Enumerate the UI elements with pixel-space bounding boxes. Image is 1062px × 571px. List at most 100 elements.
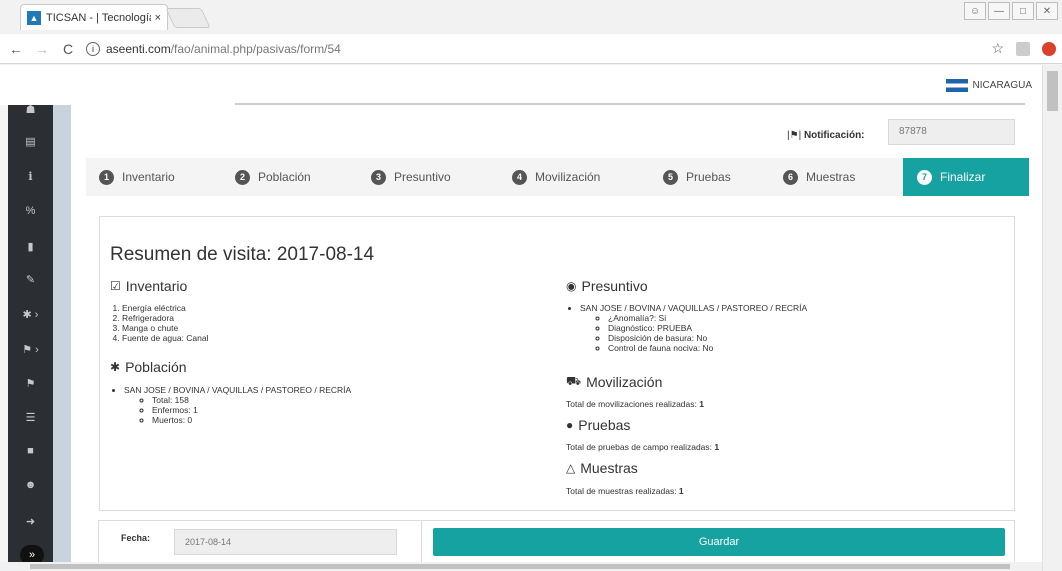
muestras-value: 1 — [678, 486, 684, 496]
users-icon[interactable]: ☻ — [8, 479, 53, 491]
vertical-scrollbar[interactable] — [1042, 65, 1062, 571]
document-icon[interactable]: ▤ — [8, 135, 53, 148]
list-item: ¿Anomalía?: Si — [608, 313, 996, 323]
step-movilizacion[interactable]: 4 Movilización — [512, 158, 600, 196]
logout-icon[interactable]: ➜ — [8, 515, 53, 528]
extension-icon[interactable] — [1016, 41, 1030, 56]
footer-divider — [421, 521, 422, 565]
list-item: Fuente de agua: Canal — [122, 333, 510, 343]
list-item: Total: 158 — [152, 395, 530, 405]
browser-tab[interactable]: ▲ TICSAN - | Tecnología de × — [20, 4, 168, 30]
paw-menu-icon[interactable]: ✱ › — [8, 308, 53, 321]
step-label: Presuntivo — [394, 170, 451, 184]
pruebas-text: Total de pruebas de campo realizadas: — [566, 442, 715, 452]
folder-icon[interactable]: ■ — [8, 445, 53, 457]
notification-input[interactable]: 87878 — [888, 119, 1015, 145]
pruebas-heading-text: Pruebas — [578, 417, 631, 433]
bookmark-star-icon[interactable]: ☆ — [991, 40, 1004, 57]
list-item: Control de fauna nociva: No — [608, 343, 996, 353]
list-item: Enfermos: 1 — [152, 405, 530, 415]
maximize-icon[interactable]: □ — [1012, 2, 1034, 20]
presuntivo-heading-text: Presuntivo — [581, 278, 648, 294]
truck-icon: ⛟ — [566, 374, 582, 388]
page: NICARAGUA ☗ ▤ i % ▮ ✎ ✱ › ⚑ › ⚑ ☰ ■ ☻ ➜ … — [0, 65, 1062, 571]
info-icon[interactable]: i — [8, 170, 53, 183]
minimize-icon[interactable]: — — [988, 2, 1010, 20]
summary-card: Resumen de visita: 2017-08-14 ☑ Inventar… — [99, 216, 1015, 511]
home-icon[interactable]: ☗ — [8, 103, 53, 116]
profile-icon[interactable]: ☺ — [964, 2, 986, 20]
muestras-total: Total de muestras realizadas: 1 — [566, 486, 684, 496]
step-finalizar[interactable]: 7 Finalizar — [903, 158, 1029, 196]
top-header: NICARAGUA — [0, 65, 1062, 105]
notification-label: |⚑| Notificación: — [787, 130, 865, 141]
step-presuntivo[interactable]: 3 Presuntivo — [371, 158, 451, 196]
scrollbar-thumb[interactable] — [1047, 71, 1058, 111]
wizard-steps: 1 Inventario 2 Población 3 Presuntivo 4 … — [86, 158, 1029, 196]
muestras-heading-text: Muestras — [580, 460, 638, 476]
list-item: Diagnóstico: PRUEBA — [608, 323, 996, 333]
step-number: 4 — [512, 169, 527, 185]
paw-icon: ✱ — [110, 360, 121, 374]
fecha-label: Fecha: — [121, 533, 151, 543]
fecha-input[interactable]: 2017-08-14 — [174, 529, 397, 555]
step-label: Inventario — [122, 170, 175, 184]
close-window-icon[interactable]: ✕ — [1036, 2, 1058, 20]
nicaragua-flag-icon — [945, 79, 968, 92]
flag-icon[interactable]: ⚑ — [8, 377, 53, 390]
step-number: 1 — [99, 169, 114, 185]
list-item: Disposición de basura: No — [608, 333, 996, 343]
movilizacion-text: Total de movilizaciones realizadas: — [566, 399, 700, 409]
book-icon[interactable]: ▮ — [8, 240, 53, 253]
step-number: 3 — [371, 169, 386, 185]
list-item: Energía eléctrica — [122, 303, 510, 313]
tab-close-icon[interactable]: × — [155, 12, 161, 24]
poblacion-group: SAN JOSE / BOVINA / VAQUILLAS / PASTOREO… — [124, 385, 352, 395]
list-item: Refrigeradora — [122, 313, 510, 323]
hscrollbar-thumb[interactable] — [30, 564, 1010, 569]
horizontal-scrollbar[interactable] — [0, 562, 1042, 571]
muestras-heading: △ Muestras — [566, 460, 638, 476]
summary-title: Resumen de visita: 2017-08-14 — [110, 244, 375, 265]
extension-red-icon[interactable] — [1042, 41, 1056, 56]
save-button[interactable]: Guardar — [433, 528, 1005, 556]
bullhorn-menu-icon[interactable]: ⚑ › — [8, 343, 53, 356]
sidebar-strip — [53, 105, 71, 571]
flask-icon: △ — [566, 461, 576, 475]
step-pruebas[interactable]: 5 Pruebas — [663, 158, 731, 196]
new-tab-button[interactable] — [165, 8, 211, 28]
step-label: Población — [258, 170, 311, 184]
country-selector[interactable]: NICARAGUA — [945, 79, 1032, 92]
address-bar: ← → C i aseenti.com/fao/animal.php/pasiv… — [0, 34, 1062, 64]
main-content: |⚑| Notificación: 87878 1 Inventario 2 P… — [71, 105, 1042, 571]
country-label: NICARAGUA — [972, 80, 1032, 91]
form-footer: Fecha: 2017-08-14 Guardar — [98, 520, 1015, 565]
percent-icon[interactable]: % — [8, 205, 53, 217]
url-input[interactable]: i aseenti.com/fao/animal.php/pasivas/for… — [86, 38, 991, 60]
step-number: 6 — [783, 169, 798, 185]
list-icon[interactable]: ☰ — [8, 411, 53, 424]
step-label: Pruebas — [686, 170, 731, 184]
browser-tab-bar: ▲ TICSAN - | Tecnología de × ☺ — □ ✕ — [0, 0, 1062, 34]
poblacion-heading: ✱ Población — [110, 359, 187, 375]
step-label: Finalizar — [940, 170, 986, 184]
list-item: Manga o chute — [122, 323, 510, 333]
forward-icon[interactable]: → — [32, 41, 52, 57]
presuntivo-list: SAN JOSE / BOVINA / VAQUILLAS / PASTOREO… — [566, 303, 996, 353]
step-inventario[interactable]: 1 Inventario — [99, 158, 175, 196]
edit-icon[interactable]: ✎ — [8, 273, 53, 286]
step-muestras[interactable]: 6 Muestras — [783, 158, 855, 196]
reload-icon[interactable]: C — [58, 41, 78, 57]
step-number: 2 — [235, 169, 250, 185]
step-poblacion[interactable]: 2 Población — [235, 158, 311, 196]
list-item: Muertos: 0 — [152, 415, 530, 425]
step-number: 7 — [917, 169, 932, 185]
site-info-icon[interactable]: i — [86, 41, 100, 56]
movilizacion-total: Total de movilizaciones realizadas: 1 — [566, 399, 704, 409]
pruebas-heading: ● Pruebas — [566, 417, 630, 433]
url-host: aseenti.com — [106, 41, 171, 56]
favicon-icon: ▲ — [27, 10, 41, 25]
presuntivo-group: SAN JOSE / BOVINA / VAQUILLAS / PASTOREO… — [580, 303, 808, 313]
back-icon[interactable]: ← — [6, 41, 26, 57]
inventario-heading: ☑ Inventario — [110, 278, 187, 294]
